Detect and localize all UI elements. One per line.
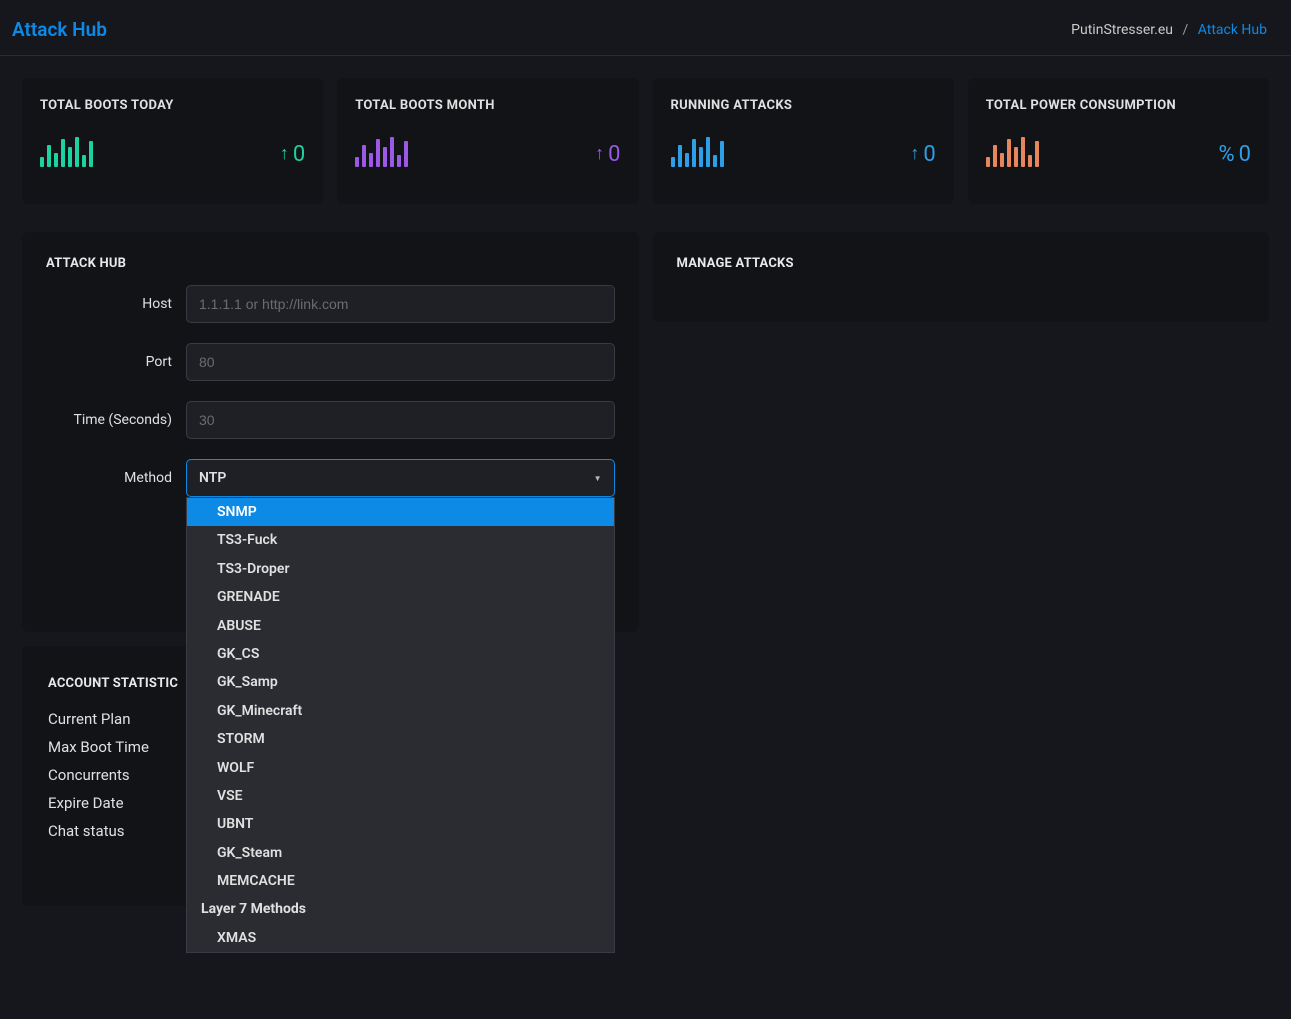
method-option[interactable]: GK_Steam (187, 839, 614, 867)
arrow-up-icon: ↑ (595, 143, 604, 164)
method-option[interactable]: TS3-Fuck (187, 526, 614, 554)
time-input[interactable] (186, 401, 615, 439)
manage-attacks-panel: MANAGE ATTACKS (653, 232, 1270, 322)
arrow-up-icon: ↑ (910, 143, 919, 164)
method-option[interactable]: WOLF (187, 754, 614, 782)
page-title: Attack Hub (12, 18, 107, 41)
attack-hub-panel: ATTACK HUB Host Port Time (Seconds) Meth… (22, 232, 639, 632)
panel-title: MANAGE ATTACKS (677, 256, 1246, 271)
method-option[interactable]: GK_CS (187, 640, 614, 668)
panel-title: ATTACK HUB (46, 256, 615, 271)
method-label: Method (46, 470, 186, 486)
method-option[interactable]: UBNT (187, 810, 614, 838)
method-select[interactable]: NTP ▼ (186, 459, 615, 497)
mini-bar-chart-icon (355, 133, 408, 167)
breadcrumb: PutinStresser.eu / Attack Hub (1071, 22, 1267, 38)
method-option[interactable]: VSE (187, 782, 614, 810)
stat-value: ↑ 0 (280, 142, 305, 167)
topbar: Attack Hub PutinStresser.eu / Attack Hub (0, 0, 1291, 56)
arrow-up-icon: ↑ (280, 143, 289, 164)
method-option[interactable]: MEMCACHE (187, 867, 614, 895)
method-option[interactable]: GK_Minecraft (187, 697, 614, 725)
mini-bar-chart-icon (671, 133, 724, 167)
time-label: Time (Seconds) (46, 412, 186, 428)
host-input[interactable] (186, 285, 615, 323)
stat-card-power: TOTAL POWER CONSUMPTION %0 (968, 78, 1269, 204)
stat-value: %0 (1219, 142, 1252, 167)
breadcrumb-sep: / (1176, 22, 1194, 38)
stat-value: ↑ 0 (910, 142, 935, 167)
mini-bar-chart-icon (986, 133, 1039, 167)
breadcrumb-current[interactable]: Attack Hub (1198, 22, 1267, 38)
method-option[interactable]: XACK (187, 952, 614, 953)
stats-row: TOTAL BOOTS TODAY ↑ 0 TOTAL BOOTS MONTH … (22, 78, 1269, 204)
method-option[interactable]: ABUSE (187, 612, 614, 640)
stat-label: TOTAL POWER CONSUMPTION (986, 98, 1251, 113)
chevron-down-icon: ▼ (594, 474, 602, 483)
stat-label: TOTAL BOOTS TODAY (40, 98, 305, 113)
breadcrumb-root[interactable]: PutinStresser.eu (1071, 22, 1173, 38)
stat-card-running: RUNNING ATTACKS ↑ 0 (653, 78, 954, 204)
method-option[interactable]: GRENADE (187, 583, 614, 611)
mini-bar-chart-icon (40, 133, 93, 167)
method-option[interactable]: SNMP (187, 498, 614, 526)
stat-label: RUNNING ATTACKS (671, 98, 936, 113)
method-optgroup-label: Layer 7 Methods (187, 895, 614, 923)
stat-card-boots-today: TOTAL BOOTS TODAY ↑ 0 (22, 78, 323, 204)
stat-label: TOTAL BOOTS MONTH (355, 98, 620, 113)
host-label: Host (46, 296, 186, 312)
method-option[interactable]: TS3-Droper (187, 555, 614, 583)
stat-value: ↑ 0 (595, 142, 620, 167)
port-label: Port (46, 354, 186, 370)
port-input[interactable] (186, 343, 615, 381)
method-option[interactable]: XMAS (187, 924, 614, 952)
percent-prefix: % (1219, 142, 1235, 167)
method-selected-value: NTP (199, 470, 226, 486)
method-option[interactable]: GK_Samp (187, 668, 614, 696)
method-option[interactable]: STORM (187, 725, 614, 753)
method-dropdown[interactable]: SNMPTS3-FuckTS3-DroperGRENADEABUSEGK_CSG… (186, 497, 615, 953)
stat-card-boots-month: TOTAL BOOTS MONTH ↑ 0 (337, 78, 638, 204)
